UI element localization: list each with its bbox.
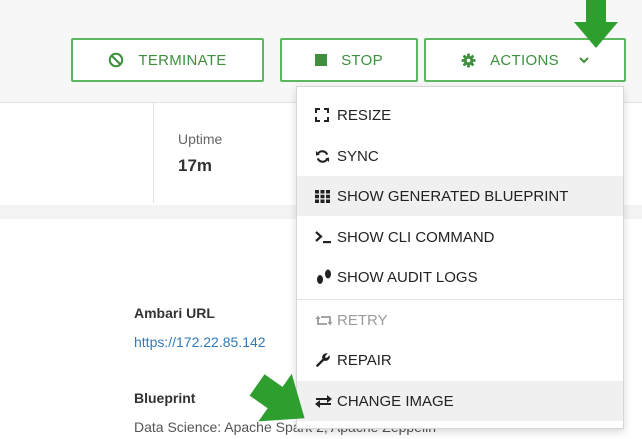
uptime-label: Uptime: [178, 131, 223, 147]
menu-item-show-cli-command[interactable]: SHOW CLI COMMAND: [297, 217, 623, 257]
menu-item-label: RESIZE: [337, 106, 392, 124]
footprints-icon: [315, 269, 337, 285]
menu-item-retry: RETRY: [297, 300, 623, 340]
menu-item-label: RETRY: [337, 311, 388, 329]
actions-dropdown-menu: RESIZE SYNC SHOW GENERATED BLUEPRINT SHO…: [296, 86, 624, 429]
menu-item-resize[interactable]: RESIZE: [297, 95, 623, 135]
sync-icon: [315, 149, 337, 164]
ban-icon: [108, 52, 124, 68]
actions-label: ACTIONS: [490, 51, 559, 69]
grid-icon: [315, 189, 337, 203]
menu-item-label: CHANGE IMAGE: [337, 392, 454, 410]
stop-label: STOP: [341, 51, 383, 69]
blueprint-label: Blueprint: [134, 390, 196, 406]
wrench-icon: [315, 352, 337, 368]
ambari-url-label: Ambari URL: [134, 305, 215, 321]
menu-item-sync[interactable]: SYNC: [297, 136, 623, 176]
menu-item-repair[interactable]: REPAIR: [297, 340, 623, 380]
exchange-icon: [315, 394, 337, 408]
uptime-value: 17m: [178, 156, 213, 175]
retry-icon: [315, 314, 337, 327]
annotation-arrow-down-icon: [574, 0, 618, 48]
terminal-icon: [315, 230, 337, 244]
terminate-label: TERMINATE: [138, 51, 227, 69]
divider: [153, 103, 154, 203]
terminate-button[interactable]: TERMINATE: [71, 38, 264, 82]
menu-item-label: SHOW GENERATED BLUEPRINT: [337, 187, 569, 205]
menu-item-label: REPAIR: [337, 351, 392, 369]
menu-item-label: SHOW AUDIT LOGS: [337, 268, 478, 286]
chevron-down-icon: [579, 53, 589, 67]
menu-item-show-audit-logs[interactable]: SHOW AUDIT LOGS: [297, 257, 623, 297]
resize-icon: [315, 108, 337, 122]
annotation-arrow-right-icon: [249, 373, 305, 422]
menu-item-label: SHOW CLI COMMAND: [337, 228, 495, 246]
stop-button[interactable]: STOP: [280, 38, 418, 82]
ambari-url-link[interactable]: https://172.22.85.142: [134, 334, 266, 350]
menu-item-show-generated-blueprint[interactable]: SHOW GENERATED BLUEPRINT: [297, 176, 623, 216]
menu-item-change-image[interactable]: CHANGE IMAGE: [297, 381, 623, 421]
gear-icon: [461, 52, 476, 68]
stop-icon: [315, 54, 328, 66]
menu-item-label: SYNC: [337, 147, 379, 165]
